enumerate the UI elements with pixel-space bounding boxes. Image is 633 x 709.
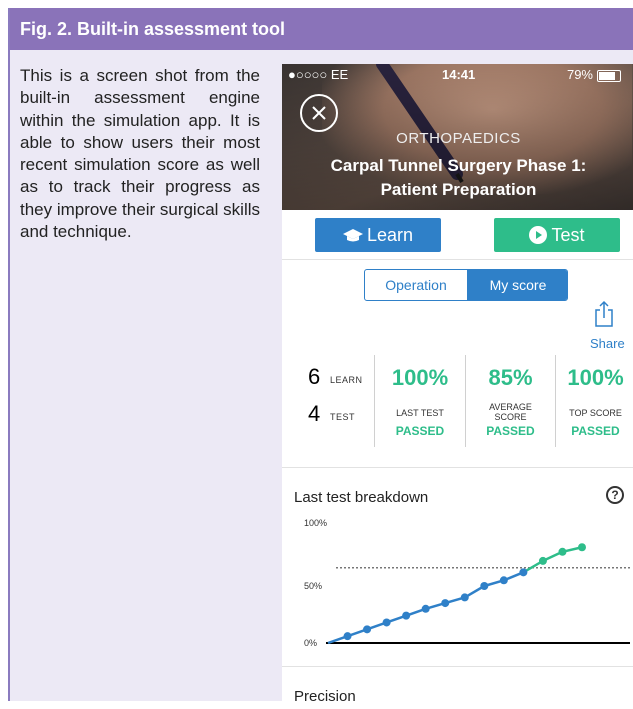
close-icon: [312, 106, 326, 120]
y-tick-label: 100%: [304, 518, 327, 528]
status-bar: ●○○○○ EE 14:41 79%: [282, 64, 633, 86]
figure-panel: Fig. 2. Built-in assessment tool This is…: [8, 8, 633, 709]
test-count-label: TEST: [330, 412, 356, 422]
average-score: 85%: [488, 365, 533, 390]
tab-my-score[interactable]: My score: [467, 270, 567, 300]
segmented-control: Operation My score: [364, 269, 568, 301]
top-score-label: TOP SCORE: [569, 408, 622, 418]
close-button[interactable]: [300, 94, 338, 132]
battery-icon: [597, 70, 621, 82]
data-point: [343, 632, 352, 641]
data-point: [499, 576, 508, 585]
data-point: [578, 543, 586, 552]
data-point: [519, 568, 528, 577]
average-score-status: PASSED: [486, 424, 535, 438]
figure-title: Fig. 2. Built-in assessment tool: [10, 8, 633, 50]
test-count: 4: [308, 401, 321, 426]
last-test-label: LAST TEST: [396, 408, 444, 418]
data-point: [421, 604, 430, 613]
test-button[interactable]: Test: [494, 218, 620, 252]
divider: [282, 666, 633, 667]
divider: [282, 259, 633, 260]
data-point: [538, 556, 547, 565]
y-tick-label: 50%: [304, 581, 322, 591]
carrier-label: ●○○○○ EE: [288, 67, 349, 82]
hero-banner: ●○○○○ EE 14:41 79% ORTHOPAEDICS Carpal T…: [282, 64, 633, 210]
battery-percent: 79%: [566, 67, 593, 82]
learn-count: 6: [308, 364, 321, 389]
last-test-score: 100%: [391, 365, 449, 390]
hero-title-line1: Carpal Tunnel Surgery Phase 1:: [330, 156, 587, 175]
data-point: [363, 625, 372, 634]
learn-button-label: Learn: [366, 225, 414, 245]
play-icon: [529, 226, 548, 244]
data-point: [460, 593, 469, 602]
graduation-cap-icon: [342, 229, 363, 242]
clock: 14:41: [442, 67, 476, 82]
data-point: [480, 582, 489, 590]
hero-category: ORTHOPAEDICS: [396, 130, 521, 147]
test-button-label: Test: [551, 225, 585, 245]
share-button[interactable]: Share: [590, 336, 625, 351]
learn-count-label: LEARN: [330, 375, 363, 385]
data-point: [441, 599, 450, 608]
breakdown-title: Last test breakdown: [294, 489, 429, 506]
top-score: 100%: [567, 365, 624, 390]
average-score-label-line1: AVERAGE: [489, 402, 532, 412]
data-point: [558, 547, 567, 556]
share-icon[interactable]: [594, 300, 614, 328]
figure-caption: This is a screen shot from the built-in …: [20, 66, 260, 242]
y-tick-label: 0%: [304, 638, 317, 648]
help-icon[interactable]: ?: [606, 486, 624, 504]
data-point: [382, 618, 391, 627]
hero-title-line2: Patient Preparation: [380, 180, 537, 199]
last-test-status: PASSED: [395, 424, 445, 438]
data-point: [402, 611, 411, 620]
learn-button[interactable]: Learn: [315, 218, 441, 252]
average-score-label-line2: SCORE: [494, 412, 527, 422]
precision-title: Precision: [294, 688, 356, 705]
divider: [282, 467, 633, 468]
app-screenshot: ●○○○○ EE 14:41 79% ORTHOPAEDICS Carpal T…: [282, 64, 633, 709]
breakdown-chart: 100% 50% 0%: [304, 518, 630, 648]
top-score-status: PASSED: [571, 424, 620, 438]
tab-operation[interactable]: Operation: [365, 270, 467, 300]
